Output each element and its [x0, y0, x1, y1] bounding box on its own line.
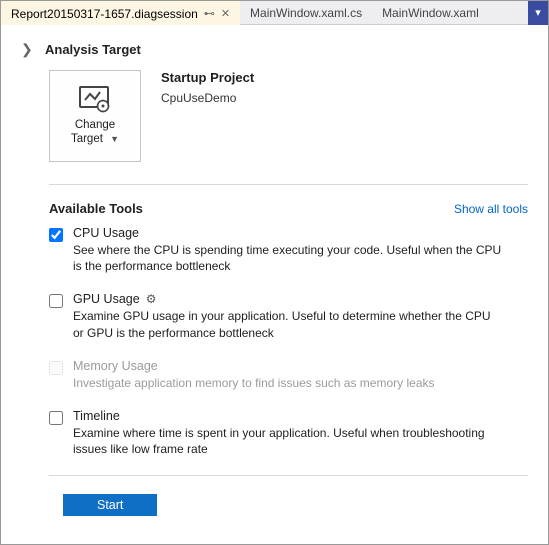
tool-desc: Examine GPU usage in your application. U… — [73, 308, 503, 340]
target-monitor-icon — [78, 85, 112, 115]
tool-name: CPU Usage — [73, 226, 139, 240]
tool-gpu-usage: GPU Usage ⚙ Examine GPU usage in your ap… — [49, 292, 528, 340]
tab-label: MainWindow.xaml.cs — [250, 6, 362, 20]
analysis-target-heading: Analysis Target — [45, 42, 141, 57]
divider — [49, 184, 528, 185]
tab-overflow-menu[interactable]: ▾ — [528, 1, 548, 25]
pin-icon[interactable]: ⊷ — [204, 7, 215, 20]
collapse-chevron-icon[interactable]: ❯ — [21, 41, 31, 58]
tool-memory-usage: Memory Usage Investigate application mem… — [49, 359, 528, 391]
tool-name: Memory Usage — [73, 359, 158, 373]
start-button[interactable]: Start — [63, 494, 157, 516]
tool-name: Timeline — [73, 409, 120, 423]
tool-desc: See where the CPU is spending time execu… — [73, 242, 503, 274]
tool-timeline: Timeline Examine where time is spent in … — [49, 409, 528, 457]
tab-label: MainWindow.xaml — [382, 6, 479, 20]
tool-checkbox — [49, 361, 63, 375]
gear-icon[interactable]: ⚙ — [146, 292, 157, 306]
divider — [49, 475, 528, 476]
change-target-button[interactable]: Change Target ▼ — [49, 70, 141, 162]
tool-desc: Examine where time is spent in your appl… — [73, 425, 503, 457]
close-icon[interactable]: ✕ — [221, 7, 230, 20]
tab-mainwindow-xaml[interactable]: MainWindow.xaml — [372, 2, 489, 24]
tool-desc: Investigate application memory to find i… — [73, 375, 435, 391]
available-tools-heading: Available Tools — [49, 201, 143, 216]
tool-name: GPU Usage — [73, 292, 140, 306]
tab-report[interactable]: Report20150317-1657.diagsession ⊷ ✕ — [1, 1, 240, 25]
tile-label-line1: Change — [75, 119, 115, 131]
tool-cpu-usage: CPU Usage See where the CPU is spending … — [49, 226, 528, 274]
tool-checkbox[interactable] — [49, 294, 63, 308]
chevron-down-icon: ▼ — [110, 134, 119, 144]
tool-checkbox[interactable] — [49, 411, 63, 425]
project-name: CpuUseDemo — [161, 91, 254, 105]
tab-bar: Report20150317-1657.diagsession ⊷ ✕ Main… — [1, 1, 548, 25]
tab-label: Report20150317-1657.diagsession — [11, 7, 198, 21]
project-title: Startup Project — [161, 70, 254, 85]
tile-label-line2: Target — [71, 133, 103, 145]
tab-mainwindow-cs[interactable]: MainWindow.xaml.cs — [240, 2, 372, 24]
tool-checkbox[interactable] — [49, 228, 63, 242]
show-all-tools-link[interactable]: Show all tools — [454, 202, 528, 216]
